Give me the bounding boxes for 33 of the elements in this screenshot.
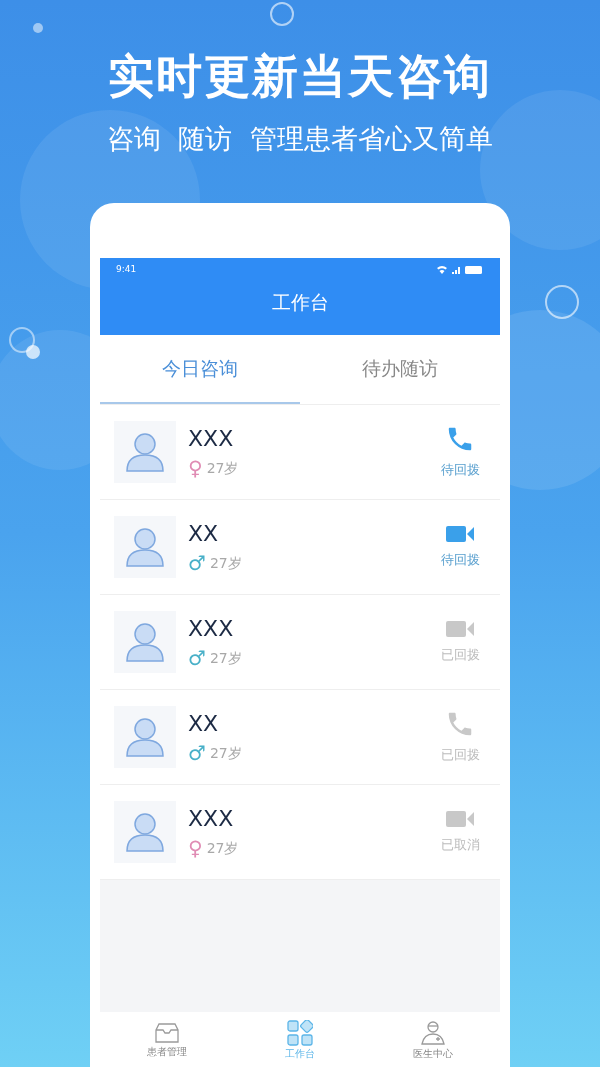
header-title: 工作台 [270, 290, 330, 315]
tab[interactable]: 待办随访 [300, 335, 500, 404]
gender-symbol: ♀ [188, 457, 203, 479]
patient-name: XX [188, 520, 219, 548]
patient-age: 27岁 [209, 553, 242, 573]
status-icons [436, 265, 484, 275]
patient-age: 27岁 [209, 648, 242, 668]
nav-item[interactable]: 医生中心 [366, 1012, 500, 1067]
patient-name: XX [188, 710, 219, 738]
person-icon [125, 811, 165, 853]
person-icon [125, 716, 165, 758]
callback-status: 待回拨 [440, 551, 480, 570]
patient-age: 27岁 [206, 838, 239, 858]
gender-symbol: ♂ [188, 552, 206, 574]
callback-status: 已取消 [440, 836, 480, 855]
person-icon [125, 526, 165, 568]
person-icon [125, 621, 165, 663]
patient-age: 27岁 [209, 743, 242, 763]
patient-age: 27岁 [206, 458, 239, 478]
callback-status: 已回拨 [440, 646, 480, 665]
subtitle: 咨询 随访 管理患者省心又简单 [107, 122, 493, 156]
patient-name: XXX [188, 425, 234, 453]
person-icon [125, 431, 165, 473]
callback-status: 待回拨 [440, 461, 480, 480]
headline: 实时更新当天咨询 [108, 48, 492, 104]
gender-symbol: ♂ [188, 647, 206, 669]
gender-symbol: ♀ [188, 837, 203, 859]
patient-name: XXX [188, 805, 234, 833]
callback-status: 已回拨 [440, 746, 480, 765]
nav-item[interactable]: 患者管理 [100, 1012, 234, 1067]
gender-symbol: ♂ [188, 742, 206, 764]
patient-name: XXX [188, 615, 234, 643]
status-time: 9:41 [116, 263, 137, 277]
